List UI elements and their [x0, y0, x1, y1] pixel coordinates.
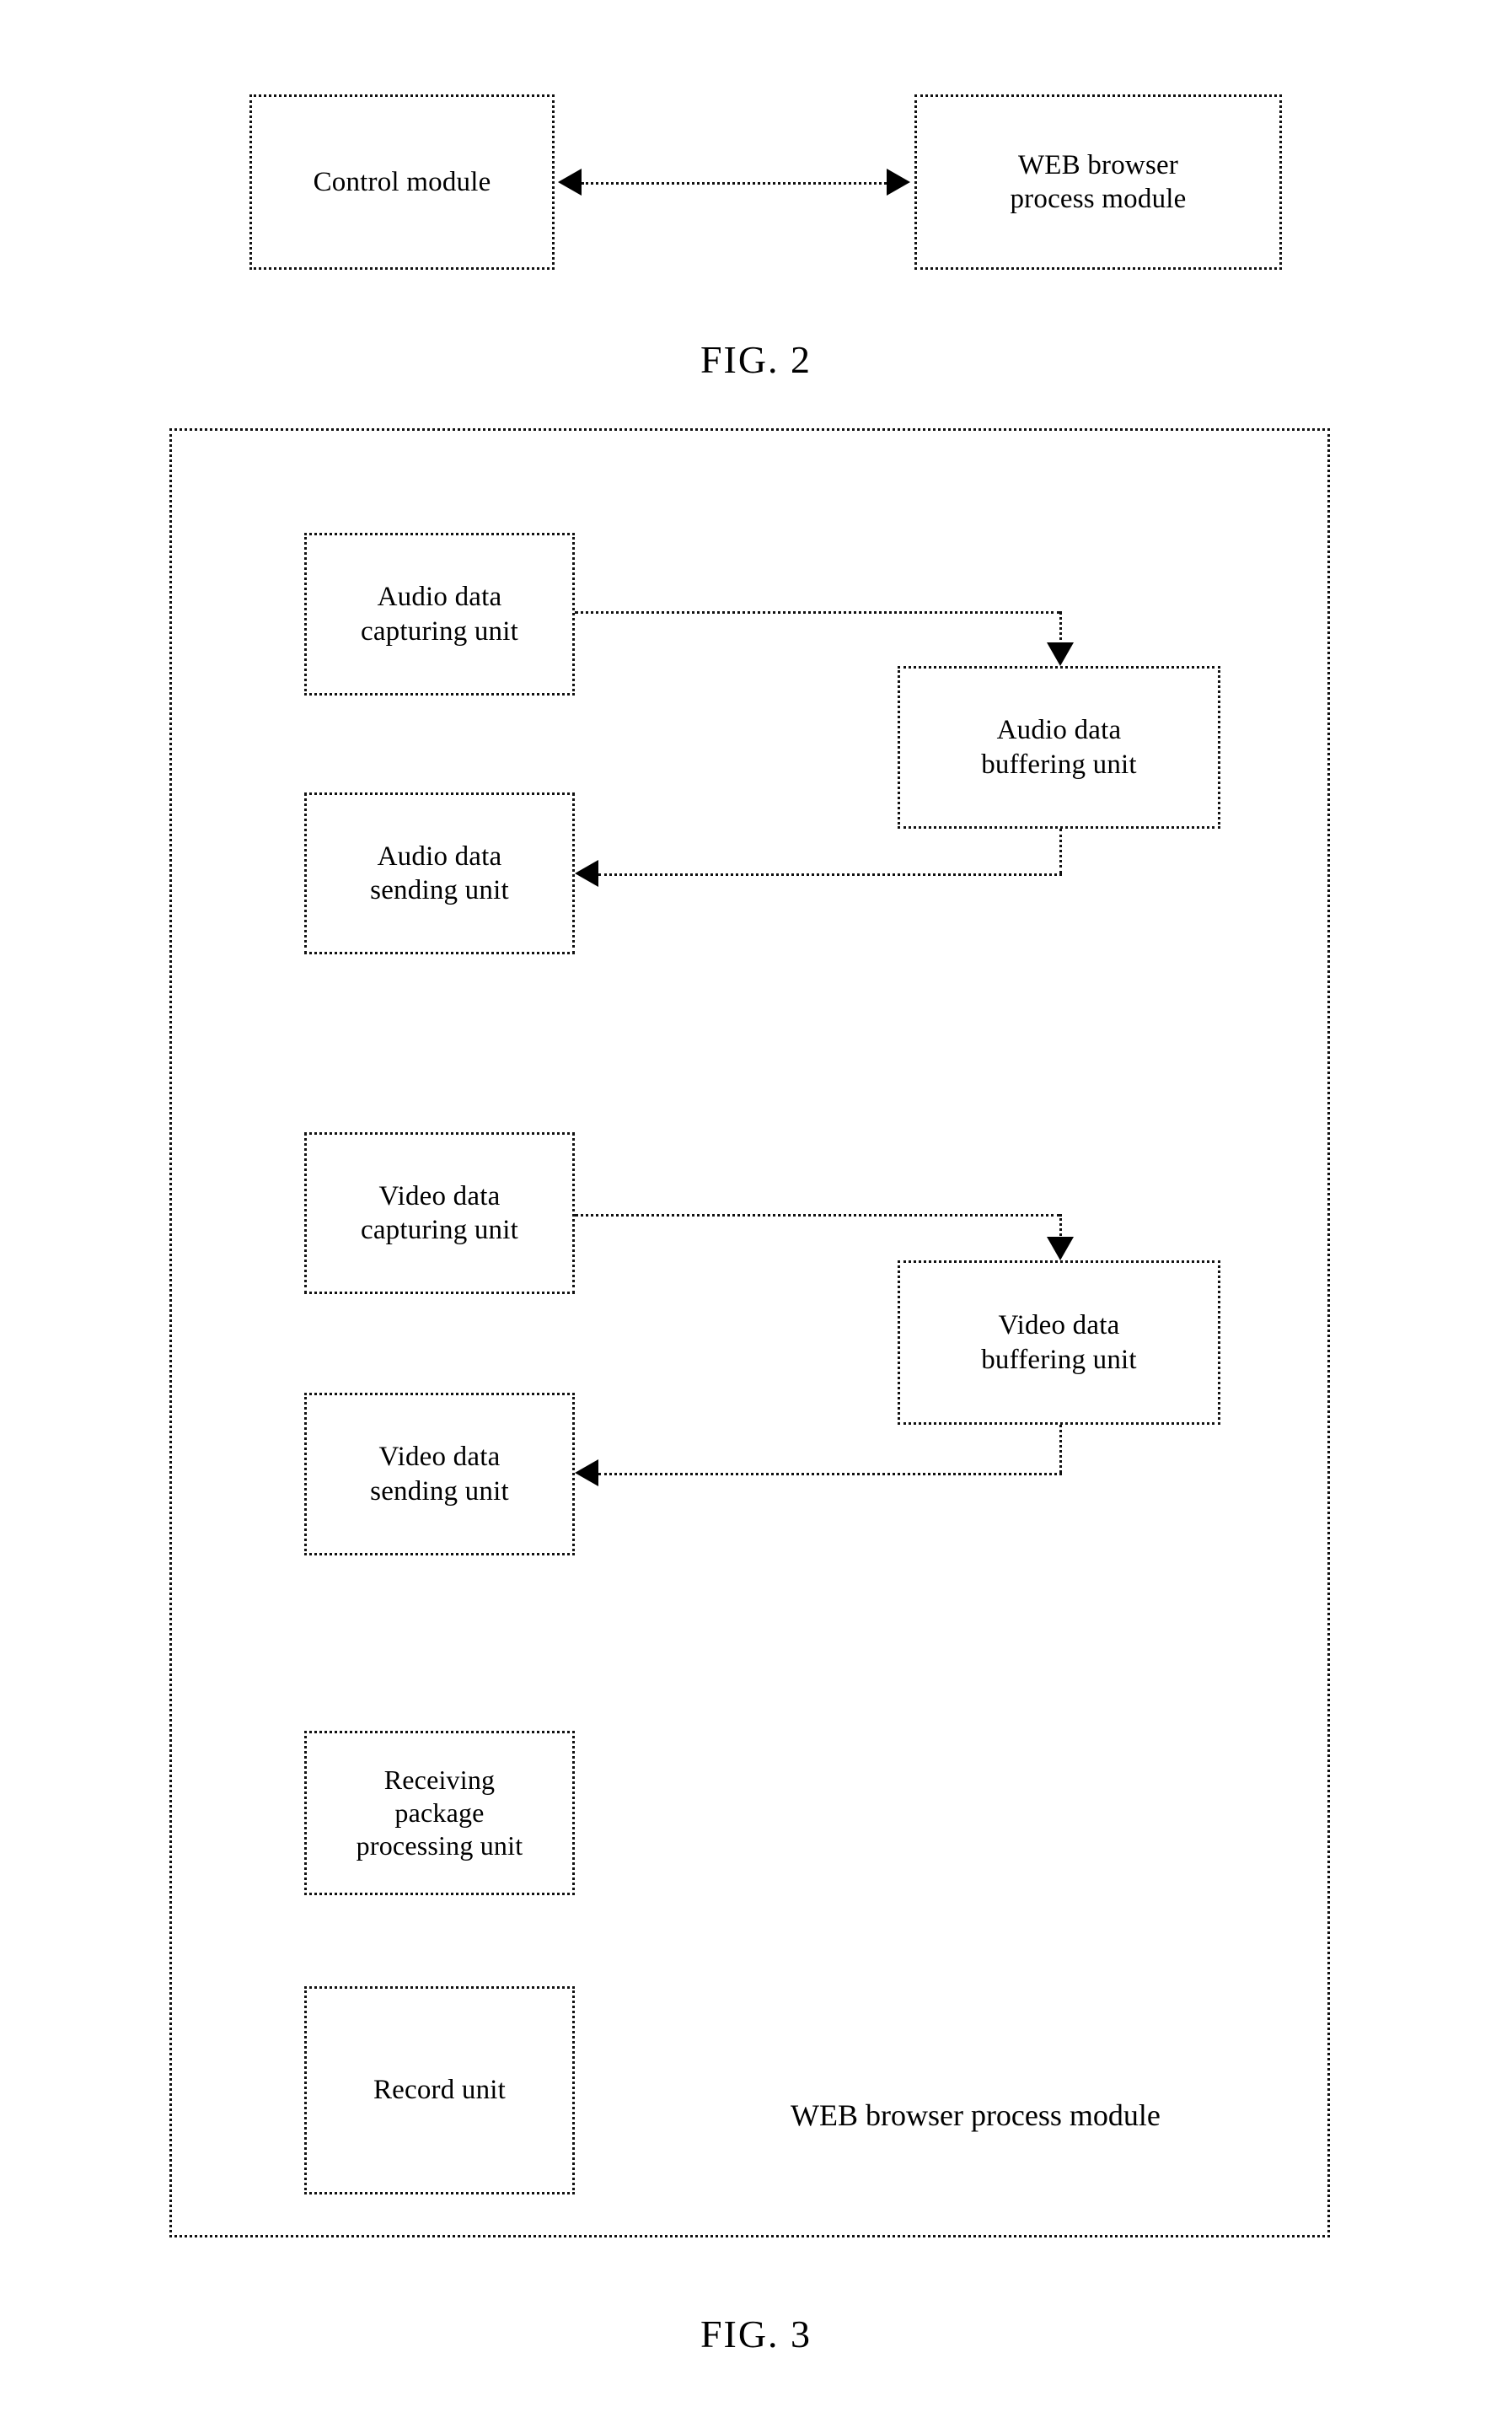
- video-data-sending-unit-label: Video data sending unit: [370, 1442, 509, 1507]
- video-data-buffering-unit-box: Video data buffering unit: [898, 1260, 1220, 1425]
- audio-data-capturing-unit-box: Audio data capturing unit: [304, 533, 575, 696]
- figure-2-caption: FIG. 2: [700, 338, 812, 381]
- connector-segment-vertical: [1059, 1425, 1062, 1473]
- web-browser-process-module-label: WEB browser process module: [1010, 149, 1187, 214]
- connector-segment-horizontal: [598, 1473, 1062, 1475]
- web-browser-process-module-box: WEB browser process module: [914, 94, 1282, 270]
- arrow-head-left-icon: [575, 860, 598, 887]
- connector-segment-horizontal: [575, 611, 1060, 614]
- record-unit-label: Record unit: [373, 2075, 507, 2106]
- audio-data-buffering-unit-box: Audio data buffering unit: [898, 666, 1220, 829]
- arrow-head-down-icon: [1047, 1237, 1074, 1260]
- patent-drawing-sheet: Control module WEB browser process modul…: [0, 0, 1512, 2428]
- video-data-buffering-unit-label: Video data buffering unit: [981, 1310, 1137, 1375]
- web-browser-process-module-frame-label: WEB browser process module: [791, 2098, 1161, 2132]
- arrow-head-right-icon: [887, 169, 910, 196]
- control-module-box: Control module: [249, 94, 555, 270]
- figure-3-caption: FIG. 3: [700, 2313, 812, 2355]
- connector-segment-horizontal: [598, 873, 1062, 876]
- connector-line: [582, 182, 887, 185]
- connector-segment-vertical: [1059, 829, 1062, 873]
- arrow-head-left-icon: [575, 1459, 598, 1486]
- record-unit-box: Record unit: [304, 1986, 575, 2194]
- connector-segment-horizontal: [575, 1214, 1060, 1217]
- audio-data-buffering-unit-label: Audio data buffering unit: [981, 715, 1137, 780]
- control-module-label: Control module: [313, 166, 491, 197]
- video-data-capturing-unit-box: Video data capturing unit: [304, 1132, 575, 1294]
- arrow-head-down-icon: [1047, 642, 1074, 666]
- connector-segment-vertical: [1059, 611, 1062, 647]
- audio-data-sending-unit-label: Audio data sending unit: [370, 841, 509, 905]
- audio-data-sending-unit-box: Audio data sending unit: [304, 792, 575, 954]
- receiving-package-processing-unit-label: Receiving package processing unit: [356, 1764, 523, 1861]
- video-data-sending-unit-box: Video data sending unit: [304, 1393, 575, 1555]
- receiving-package-processing-unit-box: Receiving package processing unit: [304, 1731, 575, 1895]
- arrow-head-left-icon: [558, 169, 582, 196]
- video-data-capturing-unit-label: Video data capturing unit: [360, 1180, 518, 1245]
- audio-data-capturing-unit-label: Audio data capturing unit: [360, 582, 518, 647]
